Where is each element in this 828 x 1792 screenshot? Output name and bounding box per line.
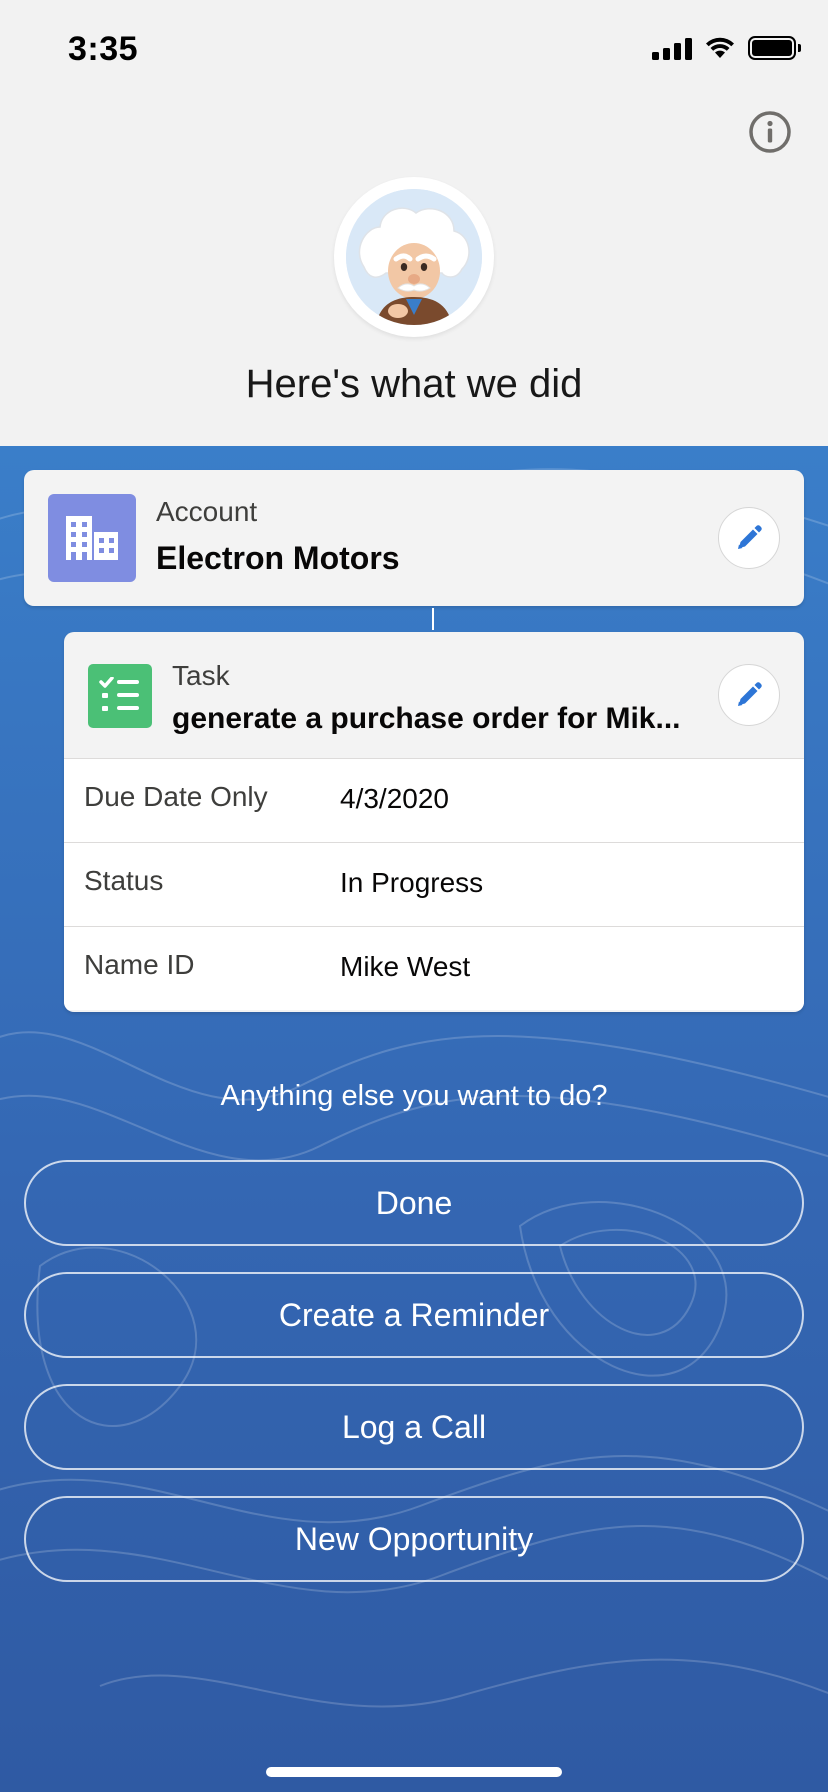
status-icons (652, 36, 801, 60)
einstein-avatar (334, 177, 494, 337)
field-value: Mike West (340, 951, 471, 982)
results-panel: Account Electron Motors Task generate a … (0, 446, 828, 1792)
status-time: 3:35 (68, 30, 139, 68)
page-title: Here's what we did (245, 362, 583, 406)
field-row-name-id: Name ID Mike West (64, 926, 804, 1010)
task-list-icon (99, 677, 139, 711)
field-label: Name ID (84, 949, 195, 980)
new-opportunity-button[interactable]: New Opportunity (24, 1496, 804, 1582)
card-connector-line (432, 608, 434, 630)
edit-account-button[interactable] (718, 507, 780, 569)
pencil-icon (738, 525, 762, 549)
task-card[interactable]: Task generate a purchase order for Mik..… (64, 632, 804, 1012)
task-record-icon (88, 664, 152, 728)
building-icon (66, 516, 118, 560)
field-value: In Progress (340, 867, 484, 898)
task-fields: Due Date Only 4/3/2020 Status In Progres… (64, 758, 804, 1010)
field-label: Due Date Only (84, 781, 268, 812)
battery-icon (748, 36, 801, 60)
task-type-label: Task (172, 660, 230, 691)
field-row-status: Status In Progress (64, 842, 804, 926)
einstein-avatar-icon (346, 189, 482, 325)
create-reminder-button[interactable]: Create a Reminder (24, 1272, 804, 1358)
field-row-due-date: Due Date Only 4/3/2020 (64, 758, 804, 842)
follow-up-prompt: Anything else you want to do? (220, 1080, 608, 1112)
avatar (346, 189, 482, 325)
account-name[interactable]: Electron Motors (156, 540, 400, 577)
cellular-signal-icon (652, 36, 692, 60)
log-call-button[interactable]: Log a Call (24, 1384, 804, 1470)
info-icon (749, 111, 791, 153)
account-record-icon (48, 494, 136, 582)
status-bar: 3:35 (0, 0, 828, 100)
field-value: 4/3/2020 (340, 783, 449, 814)
done-button[interactable]: Done (24, 1160, 804, 1246)
pencil-icon (738, 682, 762, 706)
wifi-icon (706, 37, 734, 58)
edit-task-button[interactable] (718, 664, 780, 726)
field-label: Status (84, 865, 164, 896)
info-button[interactable] (748, 110, 792, 154)
task-name[interactable]: generate a purchase order for Mik... (172, 702, 692, 736)
account-type-label: Account (156, 496, 258, 527)
home-indicator[interactable] (266, 1767, 562, 1777)
account-card[interactable]: Account Electron Motors (24, 470, 804, 606)
